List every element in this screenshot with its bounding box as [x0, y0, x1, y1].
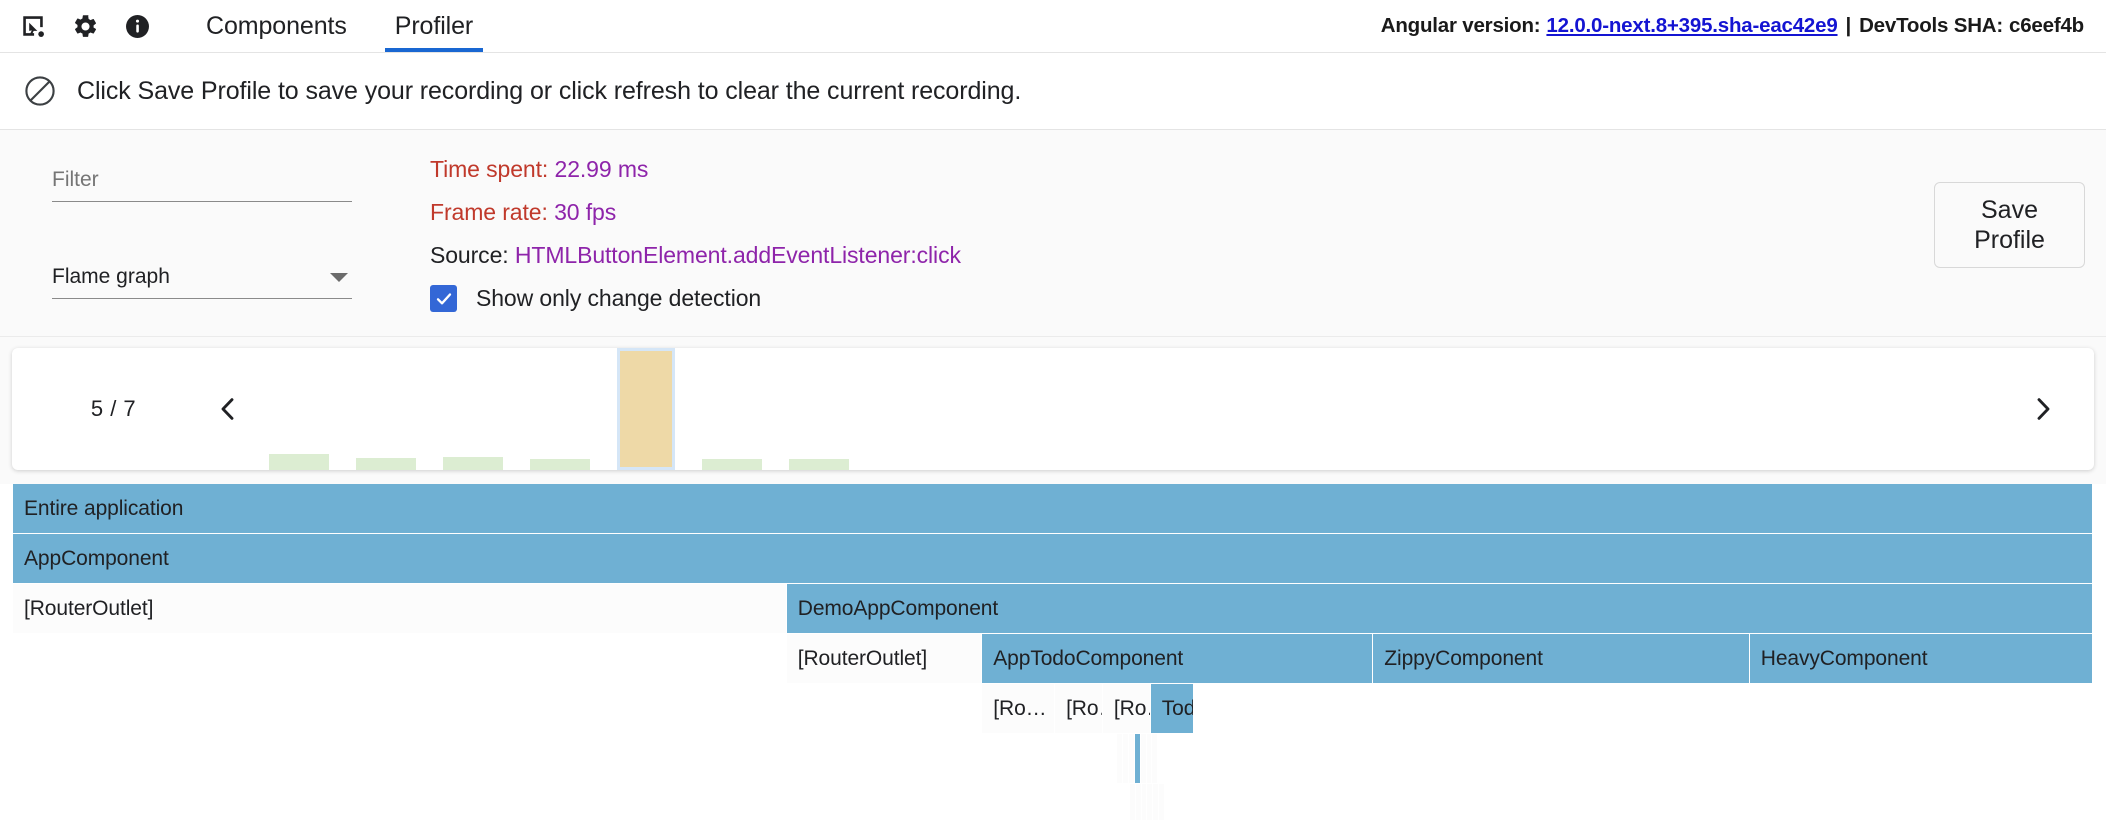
- filter-input[interactable]: [52, 168, 352, 192]
- flame-graph: Entire applicationAppComponent[RouterOut…: [0, 484, 2106, 820]
- frame-rate-label: Frame rate:: [430, 199, 548, 225]
- flame-cell[interactable]: AppTodoComponent: [982, 634, 1373, 683]
- time-spent-value: 22.99 ms: [555, 156, 649, 182]
- flame-cell[interactable]: [RouterOutlet]: [13, 584, 787, 633]
- frame-bar-7[interactable]: [789, 348, 849, 470]
- flame-row: [13, 734, 2093, 783]
- show-change-detection-label: Show only change detection: [476, 285, 761, 312]
- tab-profiler[interactable]: Profiler: [371, 0, 497, 52]
- settings-gear-icon[interactable]: [70, 11, 100, 41]
- source-label: Source:: [430, 242, 509, 268]
- no-entry-icon: [23, 74, 57, 108]
- flame-cell[interactable]: HeavyComponent: [1750, 634, 2093, 683]
- flame-cell[interactable]: ZippyComponent: [1373, 634, 1749, 683]
- flame-cell[interactable]: [Ro…: [1103, 684, 1151, 733]
- flame-row: [13, 784, 2093, 820]
- controls-left-group: Flame graph: [52, 168, 352, 299]
- frame-bar-6[interactable]: [702, 348, 762, 470]
- frame-rate-row: Frame rate: 30 fps: [430, 199, 961, 226]
- show-change-detection-row[interactable]: Show only change detection: [430, 285, 961, 312]
- flame-cell[interactable]: [Ro…: [982, 684, 1055, 733]
- info-icon[interactable]: [122, 11, 152, 41]
- frame-bar-fill: [789, 459, 849, 470]
- save-profile-line1: Save: [1981, 196, 2038, 224]
- top-navbar: Components Profiler Angular version: 12.…: [0, 0, 2106, 53]
- profiler-stats: Time spent: 22.99 ms Frame rate: 30 fps …: [430, 156, 961, 312]
- banner-message: Click Save Profile to save your recordin…: [77, 77, 1021, 106]
- chevron-down-icon: [330, 273, 348, 282]
- frame-bar-5[interactable]: [617, 348, 675, 470]
- flame-row: [Ro…[Ro…[Ro…Tod…: [13, 684, 2093, 733]
- flame-cell[interactable]: Tod…: [1151, 684, 1195, 733]
- flame-spacer: [13, 734, 1117, 783]
- frame-bar-fill: [530, 459, 590, 470]
- frame-rate-value: 30 fps: [554, 199, 616, 225]
- frame-bar-2[interactable]: [356, 348, 416, 470]
- frame-timeline: 5 / 7: [12, 348, 2094, 470]
- flame-cell[interactable]: [RouterOutlet]: [787, 634, 983, 683]
- navbar-icon-group: [18, 0, 182, 52]
- chevron-left-icon[interactable]: [201, 382, 255, 436]
- source-value: HTMLButtonElement.addEventListener:click: [515, 242, 961, 268]
- save-profile-line2: Profile: [1974, 226, 2045, 254]
- frame-bar-3[interactable]: [443, 348, 503, 470]
- flame-row: [RouterOutlet]DemoAppComponent: [13, 584, 2093, 633]
- time-spent-row: Time spent: 22.99 ms: [430, 156, 961, 183]
- nav-tab-list: Components Profiler: [182, 0, 497, 52]
- angular-version-link[interactable]: 12.0.0-next.8+395.sha-eac42e9: [1546, 14, 1837, 38]
- flame-spacer: [13, 684, 982, 733]
- flame-cell[interactable]: Entire application: [13, 484, 2093, 533]
- frame-bar-fill: [443, 457, 503, 470]
- flame-spacer: [13, 784, 1130, 820]
- flame-cell[interactable]: [Ro…: [1055, 684, 1103, 733]
- angular-version-label: Angular version:: [1381, 14, 1541, 38]
- profiler-controls: Flame graph Time spent: 22.99 ms Frame r…: [0, 130, 2106, 337]
- flame-cell[interactable]: [1159, 784, 1165, 820]
- flame-cell[interactable]: AppComponent: [13, 534, 2093, 583]
- frame-counter: 5 / 7: [26, 396, 201, 422]
- frame-bar-fill: [620, 351, 672, 467]
- devtools-sha-value: c6eef4b: [2009, 14, 2084, 38]
- flame-row: AppComponent: [13, 534, 2093, 583]
- frame-bar-fill: [269, 454, 329, 470]
- source-row: Source: HTMLButtonElement.addEventListen…: [430, 242, 961, 269]
- timeline-container: 5 / 7: [0, 337, 2106, 484]
- view-mode-select[interactable]: Flame graph: [52, 265, 352, 299]
- flame-row: Entire application: [13, 484, 2093, 533]
- frame-bar-fill: [356, 458, 416, 470]
- show-change-detection-checkbox[interactable]: [430, 285, 457, 312]
- devtools-sha-label: DevTools SHA:: [1859, 14, 2003, 38]
- filter-field: [52, 168, 352, 202]
- flame-cell[interactable]: DemoAppComponent: [787, 584, 2093, 633]
- frame-bar-1[interactable]: [269, 348, 329, 470]
- save-profile-button[interactable]: Save Profile: [1934, 182, 2085, 268]
- tab-components[interactable]: Components: [182, 0, 371, 52]
- time-spent-label: Time spent:: [430, 156, 548, 182]
- inspect-element-icon[interactable]: [18, 11, 48, 41]
- chevron-right-icon[interactable]: [2016, 382, 2070, 436]
- view-mode-value: Flame graph: [52, 265, 330, 289]
- flame-row: [RouterOutlet]AppTodoComponentZippyCompo…: [13, 634, 2093, 683]
- recording-banner: Click Save Profile to save your recordin…: [0, 53, 2106, 130]
- frame-bar-fill: [702, 459, 762, 470]
- frame-bar-chart: [255, 348, 2080, 470]
- flame-cell[interactable]: [1152, 734, 1158, 783]
- frame-bar-4[interactable]: [530, 348, 590, 470]
- version-info: Angular version: 12.0.0-next.8+395.sha-e…: [1381, 0, 2084, 52]
- version-separator: |: [1846, 14, 1852, 38]
- flame-spacer: [13, 634, 787, 683]
